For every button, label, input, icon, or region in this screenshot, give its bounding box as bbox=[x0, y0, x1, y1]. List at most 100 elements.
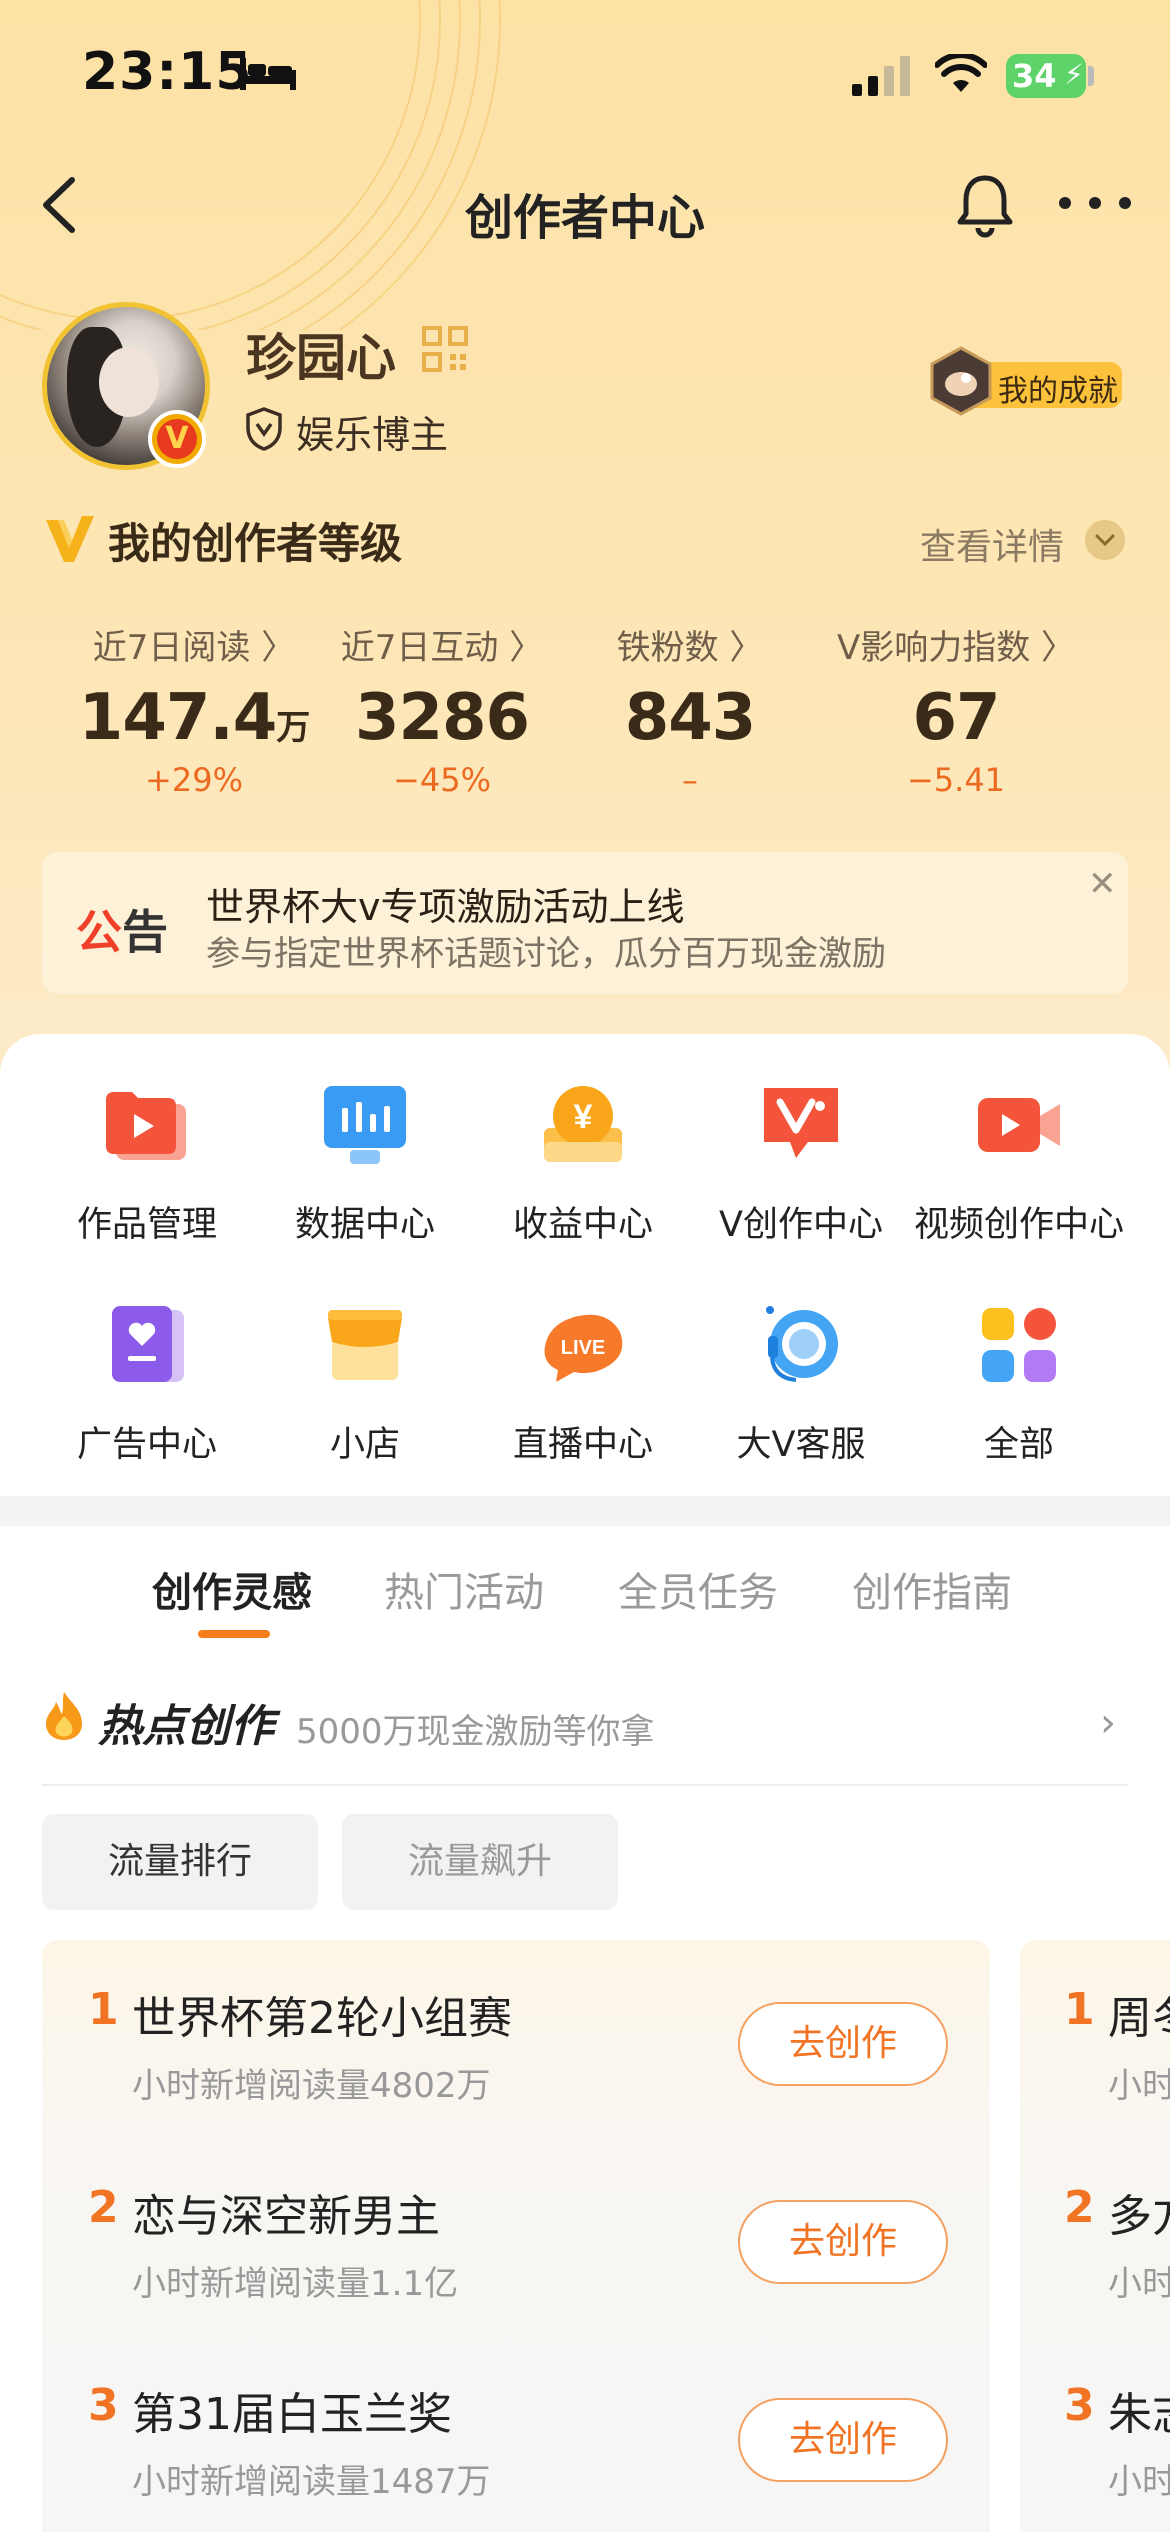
grid-item-live[interactable]: LIVE 直播中心 bbox=[470, 1300, 696, 1467]
grid-item-all[interactable]: 全部 bbox=[906, 1300, 1132, 1467]
rank-subtitle: 小时新增阅读量1487万 bbox=[132, 2462, 491, 2502]
svg-text:¥: ¥ bbox=[574, 1098, 593, 1136]
verified-v-badge: V bbox=[148, 410, 206, 468]
grid-item-shop[interactable]: 小店 bbox=[252, 1300, 478, 1467]
notification-bell-icon[interactable] bbox=[950, 170, 1020, 240]
rank-title[interactable]: 第31届白玉兰奖 bbox=[132, 2378, 452, 2442]
stat-reads[interactable]: 近7日阅读 〉 147.4万 +29% bbox=[74, 620, 314, 799]
grid-item-label: 小店 bbox=[329, 1425, 400, 1465]
grid-item-label: 数据中心 bbox=[294, 1205, 435, 1245]
grid-item-label: V创作中心 bbox=[719, 1205, 883, 1245]
stat-change: −5.41 bbox=[906, 761, 1006, 799]
achievement-label: 我的成就 bbox=[998, 374, 1118, 409]
level-v-icon bbox=[46, 516, 94, 562]
creator-level-title: 我的创作者等级 bbox=[108, 519, 403, 568]
data-chart-icon bbox=[324, 1086, 406, 1164]
stat-label: V影响力指数 〉 bbox=[836, 628, 1076, 668]
grid-item-label: 广告中心 bbox=[76, 1425, 217, 1465]
wifi-icon bbox=[935, 54, 987, 92]
rank-subtitle: 小时 bbox=[1108, 2462, 1170, 2502]
chevron-right-icon[interactable]: › bbox=[1100, 1700, 1116, 1746]
v-create-icon bbox=[764, 1088, 838, 1158]
headset-service-icon bbox=[766, 1306, 838, 1382]
grid-item-income[interactable]: ¥ 收益中心 bbox=[470, 1080, 696, 1247]
section-separator bbox=[0, 1496, 1170, 1526]
grid-item-v-create[interactable]: V创作中心 bbox=[688, 1080, 914, 1247]
stat-interactions[interactable]: 近7日互动 〉 3286 −45% bbox=[322, 620, 562, 799]
announcement-subtitle: 参与指定世界杯话题讨论，瓜分百万现金激励 bbox=[206, 934, 886, 974]
battery-level: 34 bbox=[1012, 57, 1057, 95]
grid-item-label: 全部 bbox=[983, 1425, 1054, 1465]
stat-value: 843 bbox=[624, 681, 757, 755]
rank-title[interactable]: 朱志 bbox=[1108, 2378, 1170, 2442]
tab-guide[interactable]: 创作指南 bbox=[852, 1560, 1012, 1618]
battery-indicator: 34 ⚡ bbox=[1006, 54, 1086, 98]
grid-item-label: 大V客服 bbox=[736, 1425, 866, 1465]
status-time: 23:15 bbox=[82, 42, 253, 102]
chip-traffic-rank[interactable]: 流量排行 bbox=[42, 1814, 318, 1910]
grid-item-label: 作品管理 bbox=[76, 1205, 217, 1245]
tab-inspiration[interactable]: 创作灵感 bbox=[152, 1560, 312, 1618]
grid-item-label: 收益中心 bbox=[512, 1205, 653, 1245]
rank-number: 2 bbox=[1064, 2182, 1095, 2233]
cellular-signal-icon bbox=[852, 56, 910, 96]
grid-item-video-create[interactable]: 视频创作中心 bbox=[906, 1080, 1132, 1247]
qr-code-icon[interactable] bbox=[420, 324, 470, 374]
tab-tasks[interactable]: 全员任务 bbox=[618, 1560, 778, 1618]
stat-value: 147.4万 bbox=[78, 681, 310, 755]
view-details-link[interactable]: 查看详情 bbox=[920, 518, 1064, 570]
sleep-bed-icon bbox=[240, 58, 296, 90]
rank-subtitle: 小时 bbox=[1108, 2066, 1170, 2106]
status-bar: 23:15 34 ⚡ bbox=[0, 0, 1170, 150]
stat-influence[interactable]: V影响力指数 〉 67 −5.41 bbox=[836, 620, 1076, 799]
stat-value: 67 bbox=[912, 681, 1000, 755]
all-apps-icon bbox=[982, 1308, 1056, 1382]
announcement-title: 世界杯大v专项激励活动上线 bbox=[206, 885, 685, 929]
rank-subtitle: 小时新增阅读量4802万 bbox=[132, 2066, 491, 2106]
hot-topics-title: 热点创作 bbox=[98, 1701, 274, 1752]
create-button[interactable]: 去创作 bbox=[738, 2398, 948, 2482]
avatar-face bbox=[99, 347, 159, 417]
rank-number: 1 bbox=[1064, 1984, 1095, 2035]
grid-item-works[interactable]: 作品管理 bbox=[34, 1080, 260, 1247]
battery-tip bbox=[1088, 66, 1094, 86]
stat-fans[interactable]: 铁粉数 〉 843 – bbox=[570, 620, 810, 799]
close-icon[interactable]: ✕ bbox=[1088, 864, 1117, 904]
chip-traffic-rising[interactable]: 流量飙升 bbox=[342, 1814, 618, 1910]
rank-number: 2 bbox=[88, 2182, 119, 2233]
charging-bolt-icon: ⚡ bbox=[1064, 58, 1084, 91]
yen-coin-icon: ¥ bbox=[544, 1086, 622, 1162]
ad-book-icon bbox=[112, 1306, 184, 1382]
chevron-down-icon[interactable] bbox=[1085, 520, 1125, 560]
grid-item-ads[interactable]: 广告中心 bbox=[34, 1300, 260, 1467]
create-button[interactable]: 去创作 bbox=[738, 2200, 948, 2284]
announcement-tag: 公告 bbox=[76, 905, 168, 959]
stat-label: 近7日互动 〉 bbox=[340, 628, 544, 668]
more-options-icon[interactable] bbox=[1055, 188, 1135, 218]
rank-number: 1 bbox=[88, 1984, 119, 2035]
rank-subtitle: 小时新增阅读量1.1亿 bbox=[132, 2264, 459, 2304]
stat-label: 近7日阅读 〉 bbox=[92, 628, 296, 668]
fire-icon bbox=[46, 1692, 82, 1740]
rank-title[interactable]: 周冬 bbox=[1108, 1982, 1170, 2046]
stat-value: 3286 bbox=[354, 681, 530, 755]
rank-title[interactable]: 多方 bbox=[1108, 2180, 1170, 2244]
grid-item-data[interactable]: 数据中心 bbox=[252, 1080, 478, 1247]
shop-icon bbox=[328, 1310, 402, 1380]
divider bbox=[42, 1784, 1128, 1786]
hot-topics-subtitle: 5000万现金激励等你拿 bbox=[296, 1712, 655, 1752]
creator-role: 娱乐博主 bbox=[296, 413, 449, 457]
create-button[interactable]: 去创作 bbox=[738, 2002, 948, 2086]
achievement-medal-icon bbox=[930, 346, 992, 416]
tab-hot-events[interactable]: 热门活动 bbox=[384, 1560, 544, 1618]
stat-change: +29% bbox=[145, 761, 243, 799]
grid-item-label: 视频创作中心 bbox=[913, 1205, 1124, 1245]
grid-item-support[interactable]: 大V客服 bbox=[688, 1300, 914, 1467]
username: 珍园心 bbox=[246, 329, 396, 387]
rank-subtitle: 小时 bbox=[1108, 2264, 1170, 2304]
rank-title[interactable]: 恋与深空新男主 bbox=[132, 2180, 440, 2244]
stat-label: 铁粉数 〉 bbox=[616, 628, 764, 668]
rank-title[interactable]: 世界杯第2轮小组赛 bbox=[132, 1982, 512, 2046]
shield-icon bbox=[246, 407, 282, 451]
active-tab-indicator bbox=[198, 1630, 270, 1638]
